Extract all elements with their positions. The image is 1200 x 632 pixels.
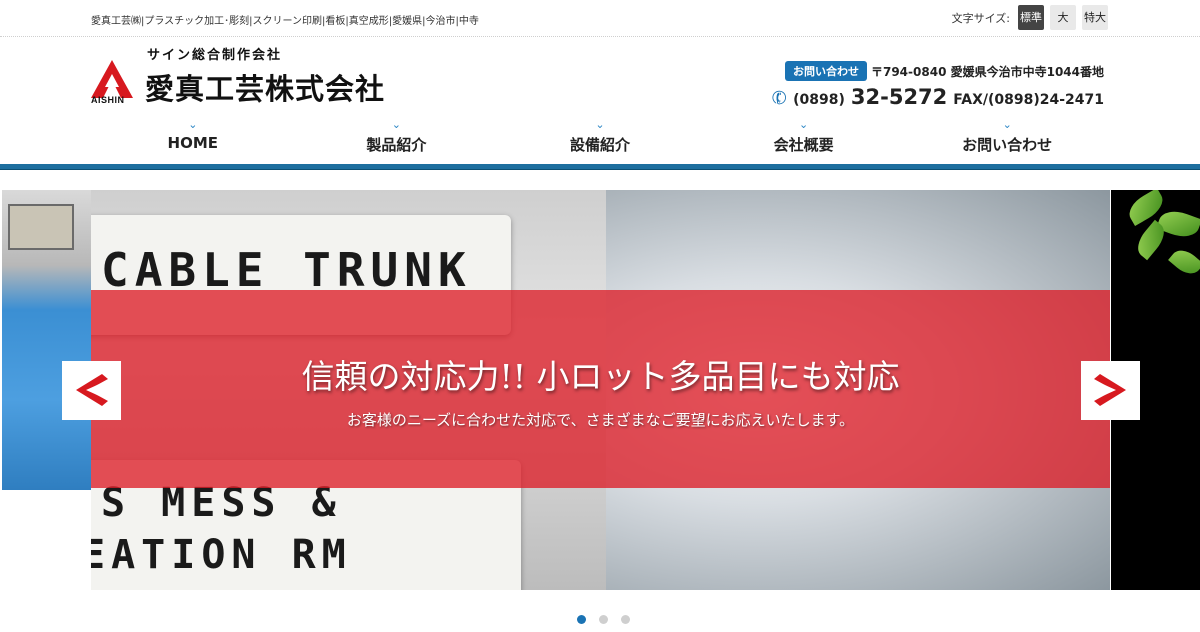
- nav-item-company[interactable]: ⌄ 会社概要: [702, 118, 906, 164]
- sign-text: CABLE TRUNK: [101, 243, 472, 297]
- slider-dot-3[interactable]: [620, 615, 630, 624]
- company-address: 〒794-0840 愛媛県今治市中寺1044番地: [870, 64, 1104, 79]
- slider-next-button[interactable]: [1081, 361, 1140, 420]
- header-contact: お問い合わせ 〒794-0840 愛媛県今治市中寺1044番地 ✆ (0898)…: [768, 61, 1104, 111]
- site-logo[interactable]: AISHIN サイン総合制作会社 愛真工芸株式会社: [91, 44, 451, 108]
- slider-prev-button[interactable]: [62, 361, 121, 420]
- slide-title: 信頼の対応力!! 小ロット多品目にも対応: [301, 357, 900, 396]
- nav-item-home[interactable]: ⌄ HOME: [91, 118, 295, 164]
- aishin-logo-icon: [91, 60, 133, 98]
- nav-label: お問い合わせ: [962, 136, 1053, 154]
- chevron-down-icon: ⌄: [188, 118, 198, 131]
- nav-label: 会社概要: [773, 136, 834, 154]
- chevron-left-icon: [76, 374, 108, 406]
- top-bar: 愛真工芸㈱|プラスチック加工･彫刻|スクリーン印刷|看板|真空成形|愛媛県|今治…: [0, 0, 1200, 37]
- tel-number[interactable]: 32-5272: [851, 85, 947, 109]
- company-name: 愛真工芸株式会社: [145, 72, 386, 106]
- slider-dot-2[interactable]: [598, 615, 608, 624]
- logo-mark-text: AISHIN: [91, 95, 125, 105]
- font-size-large-button[interactable]: 大: [1050, 5, 1076, 30]
- contact-badge[interactable]: お問い合わせ: [784, 61, 867, 81]
- machine-image: [8, 204, 74, 250]
- nav-underline-bar: [0, 164, 1200, 170]
- hero-slider: CABLE TRUNK S MESS & EATION RM 信頼の対応力!! …: [0, 190, 1200, 590]
- nav-label: 設備紹介: [569, 136, 630, 154]
- active-slide: CABLE TRUNK S MESS & EATION RM 信頼の対応力!! …: [91, 190, 1110, 590]
- chevron-down-icon: ⌄: [798, 118, 809, 131]
- font-size-extra-large-button[interactable]: 特大: [1082, 5, 1108, 30]
- chevron-down-icon: ⌄: [1002, 118, 1012, 131]
- logo-tagline: サイン総合制作会社: [147, 48, 283, 63]
- chevron-down-icon: ⌄: [595, 118, 605, 131]
- phone-icon: ✆: [768, 86, 791, 111]
- font-size-standard-button[interactable]: 標準: [1018, 5, 1044, 30]
- font-size-label: 文字サイズ:: [951, 11, 1010, 25]
- site-description: 愛真工芸㈱|プラスチック加工･彫刻|スクリーン印刷|看板|真空成形|愛媛県|今治…: [91, 16, 479, 27]
- slide-subtitle: お客様のニーズに合わせた対応で、さまざまなご要望にお応えいたします。: [346, 411, 855, 429]
- tel-area-code: (0898): [793, 92, 845, 108]
- main-nav: ⌄ HOME ⌄ 製品紹介 ⌄ 設備紹介 ⌄ 会社概要 ⌄ お問い合わせ: [91, 118, 1109, 164]
- chevron-down-icon: ⌄: [391, 118, 401, 131]
- font-size-switcher: 文字サイズ: 標準 大 特大: [952, 5, 1108, 30]
- previous-slide-peek: [2, 190, 91, 490]
- chevron-right-icon: [1094, 374, 1126, 406]
- leaf-image: [1168, 244, 1200, 280]
- slider-dot-1[interactable]: [576, 615, 586, 624]
- nav-item-equipment[interactable]: ⌄ 設備紹介: [498, 118, 702, 164]
- fax-number: FAX/(0898)24-2471: [953, 92, 1104, 108]
- nav-item-contact[interactable]: ⌄ お問い合わせ: [905, 118, 1109, 164]
- sign-text: EATION RM: [91, 532, 352, 578]
- nav-item-products[interactable]: ⌄ 製品紹介: [295, 118, 499, 164]
- slider-pagination: [0, 615, 1200, 624]
- nav-label: HOME: [167, 134, 219, 152]
- nav-label: 製品紹介: [366, 136, 427, 154]
